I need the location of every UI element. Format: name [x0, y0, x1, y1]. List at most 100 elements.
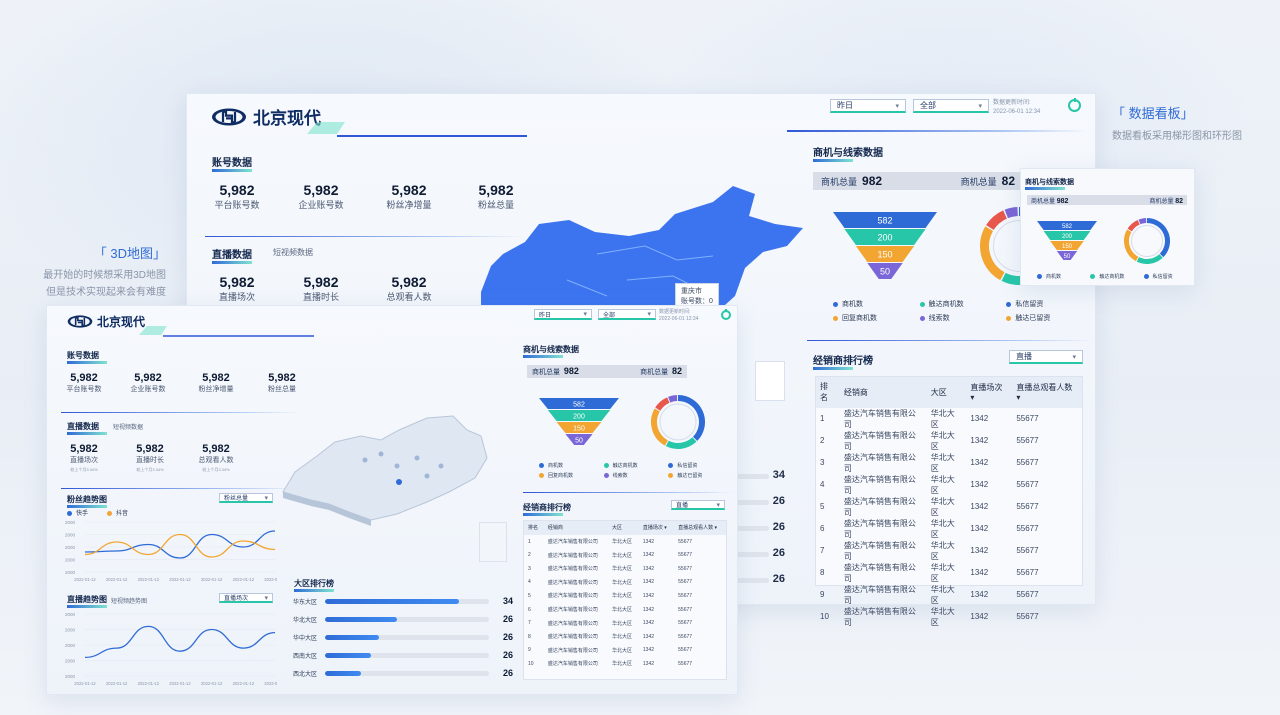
table-row[interactable]: 10 盛达汽车销售有限公司 华北大区 1342 55677 [816, 606, 1082, 628]
table-cell: 盛达汽车销售有限公司 [843, 452, 916, 473]
period-value: 昨日 [837, 101, 853, 110]
x-tick-label: 2022-01-12 [201, 577, 223, 582]
china-map[interactable] [477, 184, 807, 314]
table-cell: 2 [528, 552, 531, 559]
table-cell: 10 [528, 660, 534, 667]
region-bar-track [325, 634, 489, 640]
table-row[interactable]: 4 盛达汽车销售有限公司 华北大区 1342 55677 [524, 576, 726, 590]
power-icon[interactable] [1068, 99, 1081, 112]
kpi-platform: 5,982 平台账号数 [214, 182, 260, 210]
table-cell: 1342 [970, 568, 989, 578]
table-cell: 盛达汽车销售有限公司 [547, 566, 598, 573]
table-cell: 55677 [678, 660, 693, 667]
region-rank-row[interactable]: 华中大区 26 [293, 632, 513, 642]
shortvideo-trend-tab[interactable]: 短视频趋势图 [111, 596, 147, 605]
table-cell: 7 [820, 546, 825, 556]
column-header[interactable]: 直播场次 ▾ [966, 377, 1013, 408]
shortvideo-tab[interactable]: 短视频数据 [113, 422, 143, 431]
power-icon[interactable] [721, 310, 731, 320]
x-tick-label: 2022-01-12 [106, 577, 128, 582]
table-row[interactable]: 6 盛达汽车销售有限公司 华北大区 1342 55677 [816, 518, 1082, 540]
column-header: 大区 [607, 521, 639, 535]
table-row[interactable]: 8 盛达汽车销售有限公司 华北大区 1342 55677 [816, 562, 1082, 584]
table-cell: 1342 [642, 552, 655, 559]
table-cell: 盛达汽车销售有限公司 [547, 607, 598, 614]
chevron-down-icon: ▾ [978, 102, 982, 110]
hyundai-logo-icon [212, 108, 246, 125]
table-row[interactable]: 8 盛达汽车销售有限公司 华北大区 1342 55677 [524, 630, 726, 644]
table-row[interactable]: 5 盛达汽车销售有限公司 华北大区 1342 55677 [524, 589, 726, 603]
period-select[interactable]: 昨日 ▾ [534, 309, 592, 320]
table-cell: 华北大区 [930, 606, 955, 627]
region-value: 34 [502, 596, 513, 606]
table-row[interactable]: 1 盛达汽车销售有限公司 华北大区 1342 55677 [816, 408, 1082, 430]
donut-segment [668, 395, 678, 403]
mini-legend: 商机数 触达商机数 私信留资 [1037, 273, 1197, 280]
shortvideo-tab[interactable]: 短视频数据 [273, 247, 313, 258]
x-tick-label: 2022-01-12 [201, 681, 223, 686]
region-rank-row[interactable]: 西南大区 26 [293, 650, 513, 660]
table-row[interactable]: 6 盛达汽车销售有限公司 华北大区 1342 55677 [524, 603, 726, 617]
table-row[interactable]: 5 盛达汽车销售有限公司 华北大区 1342 55677 [816, 496, 1082, 518]
donut-segment [986, 210, 1008, 231]
column-header[interactable]: 直播场次 ▾ [638, 521, 675, 535]
livetrend-select[interactable]: 直播场次 ▾ [219, 593, 273, 603]
period-select[interactable]: 昨日 ▾ [830, 99, 906, 113]
update-value: 2022-06-01 12:34 [993, 109, 1041, 115]
update-time: 数据更新时间: 2022-06-01 12:34 [993, 99, 1040, 117]
region-select[interactable]: 全部 ▾ [598, 309, 656, 320]
table-cell: 华北大区 [611, 647, 632, 654]
table-row[interactable]: 4 盛达汽车销售有限公司 华北大区 1342 55677 [816, 474, 1082, 496]
region-rank-row[interactable]: 西北大区 26 [293, 668, 513, 678]
table-cell: 华北大区 [930, 518, 955, 539]
dealer-select[interactable]: 直播 ▾ [671, 500, 725, 510]
kpi-live-duration: 5,982 直播时长 较上个月3.34% [136, 443, 164, 472]
region-name: 华中大区 [293, 635, 318, 642]
fans-select[interactable]: 粉丝总量 ▾ [219, 493, 273, 503]
dealer-select[interactable]: 直播 ▾ [1009, 350, 1083, 364]
column-header: 经销商 [543, 521, 608, 535]
table-cell: 华北大区 [611, 607, 632, 614]
board-note: 「 数据看板」 数据看板采用梯形图和环形图 [1112, 103, 1242, 145]
table-row[interactable]: 3 盛达汽车销售有限公司 华北大区 1342 55677 [816, 452, 1082, 474]
table-row[interactable]: 7 盛达汽车销售有限公司 华北大区 1342 55677 [524, 616, 726, 630]
table-cell: 盛达汽车销售有限公司 [547, 634, 598, 641]
x-tick-label: 2022-01-12 [169, 681, 191, 686]
table-row[interactable]: 7 盛达汽车销售有限公司 华北大区 1342 55677 [816, 540, 1082, 562]
table-cell: 9 [528, 647, 531, 654]
region-rank-row[interactable]: 华北大区 26 [293, 614, 513, 624]
table-cell: 5 [528, 592, 531, 599]
column-header: 经销商 [839, 377, 927, 408]
table-cell: 盛达汽车销售有限公司 [843, 474, 916, 495]
region-rank-row[interactable]: 华东大区 34 [293, 596, 513, 606]
table-cell: 盛达汽车销售有限公司 [843, 408, 916, 429]
table-row[interactable]: 9 盛达汽车销售有限公司 华北大区 1342 55677 [524, 644, 726, 658]
table-cell: 盛达汽车销售有限公司 [843, 496, 916, 517]
table-row[interactable]: 2 盛达汽车销售有限公司 华北大区 1342 55677 [816, 430, 1082, 452]
back-region-value: 26 [772, 521, 785, 533]
table-cell: 华北大区 [611, 593, 632, 600]
table-row[interactable]: 2 盛达汽车销售有限公司 华北大区 1342 55677 [524, 548, 726, 562]
kpi-platform: 5,982 平台账号数 [66, 372, 102, 393]
region-bar-track [325, 616, 489, 622]
table-cell: 1342 [642, 647, 655, 654]
update-label: 数据更新时间: [993, 100, 1031, 106]
funnel-value: 50 [575, 437, 583, 444]
3d-map[interactable] [277, 396, 507, 526]
table-row[interactable]: 1 盛达汽车销售有限公司 华北大区 1342 55677 [524, 535, 726, 549]
map-region-north[interactable] [481, 186, 803, 314]
table-row[interactable]: 9 盛达汽车销售有限公司 华北大区 1342 55677 [816, 584, 1082, 606]
live-trend-chart: 2000 2000 2000 2000 2000 2022-01-12 2022-01-12… [65, 612, 277, 686]
column-header[interactable]: 直播总观看人数 ▾ [1012, 377, 1082, 408]
region-bar-track [325, 598, 489, 604]
region-select[interactable]: 全部 ▾ [913, 99, 989, 113]
table-cell: 55677 [1016, 414, 1039, 424]
table-cell: 55677 [1016, 458, 1039, 468]
header-deco-icon [307, 122, 527, 137]
table-row[interactable]: 10 盛达汽车销售有限公司 华北大区 1342 55677 [524, 657, 726, 671]
table-cell: 55677 [1016, 568, 1039, 578]
table-cell: 55677 [1016, 590, 1039, 600]
column-header[interactable]: 直播总观看人数 ▾ [674, 521, 726, 535]
table-row[interactable]: 3 盛达汽车销售有限公司 华北大区 1342 55677 [524, 562, 726, 576]
update-time: 数据更新时间: 2022-06-01 12:34 [659, 309, 699, 322]
